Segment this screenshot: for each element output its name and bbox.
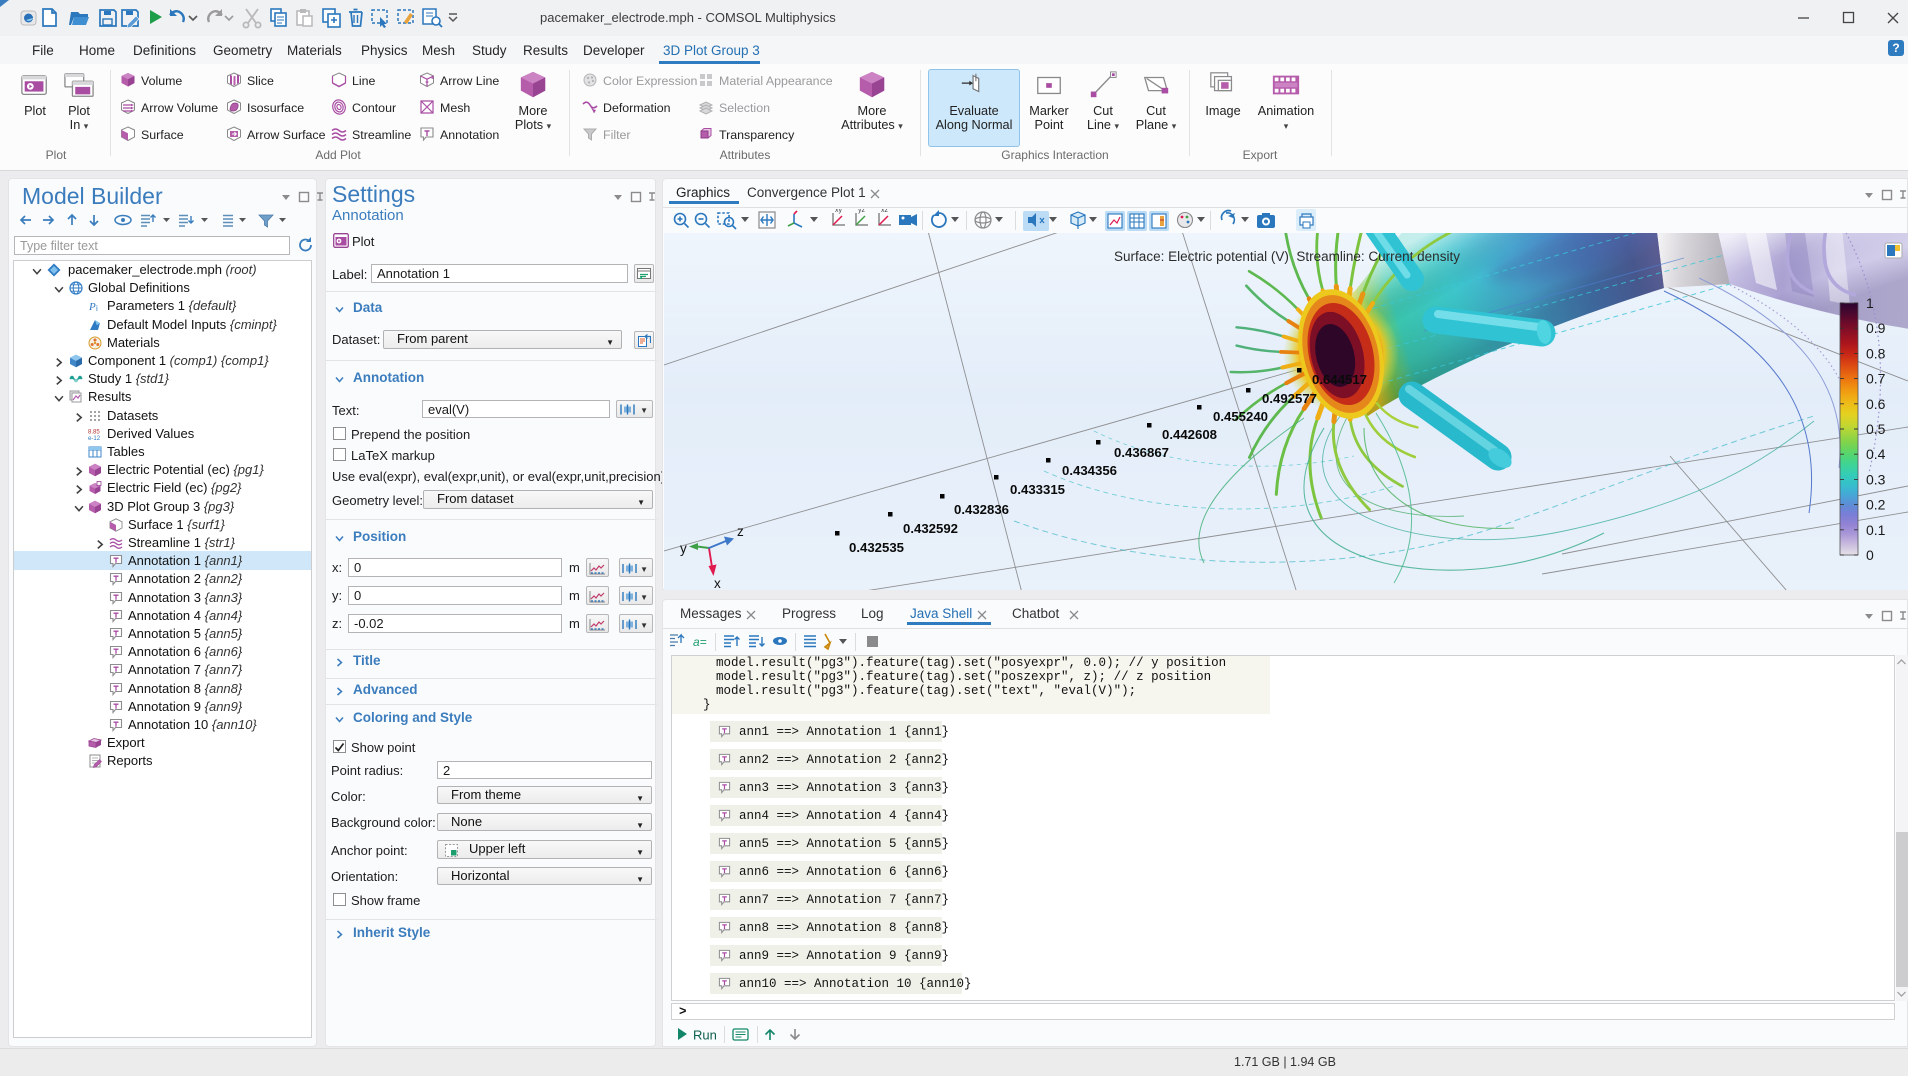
svg-text:i: i	[96, 304, 98, 313]
svg-text:e-12: e-12	[88, 436, 101, 441]
svg-text:0.3: 0.3	[1866, 471, 1886, 487]
svg-text:0.8: 0.8	[1866, 345, 1886, 361]
svg-text:0.455240: 0.455240	[1213, 409, 1268, 424]
svg-text:x: x	[714, 576, 721, 590]
svg-text:P: P	[88, 301, 96, 313]
svg-text:Run: Run	[693, 1028, 717, 1043]
svg-text:0.5: 0.5	[1866, 421, 1886, 437]
svg-text:Surface: Electric potential (V: Surface: Electric potential (V) Streamli…	[1114, 249, 1460, 264]
svg-text:0.9: 0.9	[1866, 320, 1886, 336]
svg-text:0.1: 0.1	[1866, 522, 1886, 538]
svg-text:0.432592: 0.432592	[903, 521, 958, 536]
svg-text:0.432836: 0.432836	[954, 502, 1009, 517]
svg-text:0.442608: 0.442608	[1162, 427, 1217, 442]
svg-text:8.85: 8.85	[88, 430, 100, 436]
svg-text:0.2: 0.2	[1866, 497, 1886, 513]
svg-text:0.7: 0.7	[1866, 371, 1886, 387]
svg-text:xy: xy	[835, 209, 843, 214]
svg-text:yz: yz	[858, 209, 866, 214]
svg-text:0: 0	[1866, 547, 1874, 563]
svg-text:0.6: 0.6	[1866, 396, 1886, 412]
svg-text:0.4: 0.4	[1866, 446, 1886, 462]
svg-text:0.433315: 0.433315	[1010, 482, 1065, 497]
svg-text:a=: a=	[693, 635, 707, 649]
svg-text:0.644517: 0.644517	[1312, 372, 1367, 387]
svg-text:xz: xz	[881, 209, 889, 214]
svg-text:z: z	[737, 524, 744, 539]
svg-text:1: 1	[1866, 295, 1874, 311]
svg-text:y: y	[680, 541, 687, 556]
svg-text:0.436867: 0.436867	[1114, 445, 1169, 460]
svg-text:0.492577: 0.492577	[1262, 391, 1317, 406]
svg-text:0.434356: 0.434356	[1062, 463, 1117, 478]
svg-text:0.432535: 0.432535	[849, 540, 904, 555]
